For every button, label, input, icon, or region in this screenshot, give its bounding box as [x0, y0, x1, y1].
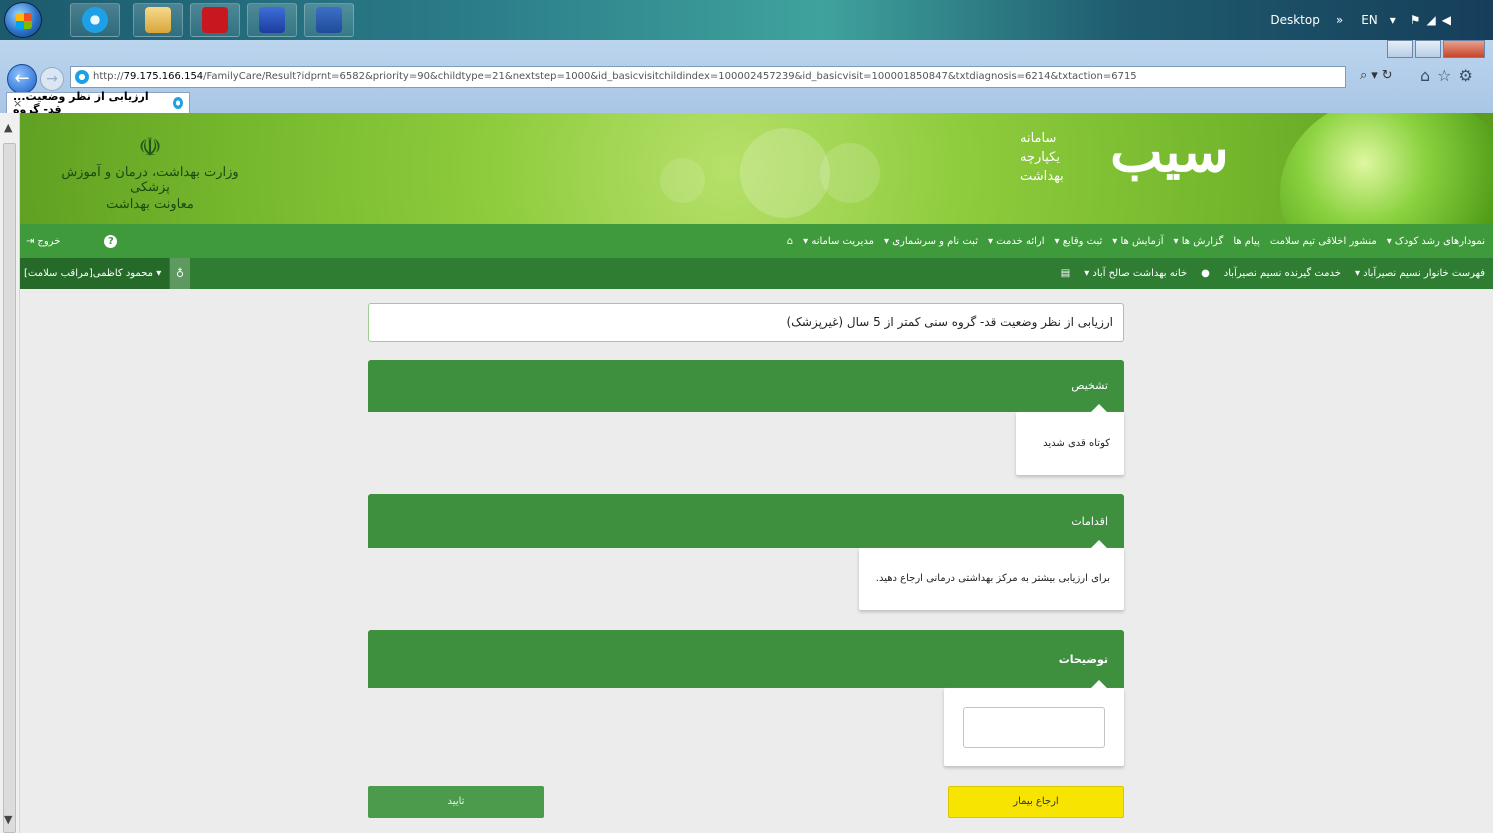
help-icon[interactable]: ?: [104, 234, 118, 248]
start-button[interactable]: [4, 2, 42, 38]
user-dropdown[interactable]: محمود کاظمی[مراقب سلامت] ▾: [20, 258, 170, 289]
menu-item-service[interactable]: ارائه خدمت ▾: [988, 236, 1045, 247]
url-path: /FamilyCare/Result?idprnt=6582&priority=…: [203, 71, 1137, 82]
diagnosis-header: تشخیص: [368, 360, 1124, 413]
description-input[interactable]: [963, 707, 1105, 748]
chevron-down-icon[interactable]: ▾: [1390, 13, 1396, 27]
site-banner: ☫ وزارت بهداشت، درمان و آموزش پزشکی معاو…: [20, 113, 1493, 224]
ministry-name: وزارت بهداشت، درمان و آموزش پزشکی: [61, 165, 239, 195]
menu-item-events[interactable]: ثبت وقایع ▾: [1055, 236, 1103, 247]
main-menu: ⌂ مدیریت سامانه ▾ ثبت نام و سرشماری ▾ ار…: [20, 224, 1493, 258]
folder-icon: [145, 7, 171, 33]
actions-header-label: اقدامات: [1071, 515, 1108, 528]
apple-image: [1280, 113, 1493, 224]
search-refresh-icons[interactable]: ⌕▾↻: [1360, 68, 1397, 83]
diagnosis-value: کوتاه قدی شدید: [1043, 438, 1110, 449]
health-house-dropdown[interactable]: خانه بهداشت صالح آباد ▾: [1084, 268, 1187, 279]
menu-item-reports[interactable]: گزارش ها ▾: [1174, 236, 1224, 247]
tab-favicon: [173, 97, 183, 109]
chevron-right-icon[interactable]: »: [1336, 13, 1343, 27]
internet-explorer-icon: [82, 7, 108, 33]
menu-item-ethics-charter[interactable]: منشور اخلاقی تیم سلامت: [1270, 236, 1377, 247]
sib-subtitle-line: بهداشت: [1020, 169, 1064, 184]
pdf-icon: [202, 7, 228, 33]
maximize-button[interactable]: [1415, 40, 1441, 58]
minimize-button[interactable]: [1387, 40, 1413, 58]
address-bar[interactable]: http://79.175.166.154/FamilyCare/Result?…: [70, 66, 1346, 88]
menu-item-messages[interactable]: پیام ها: [1233, 236, 1260, 247]
system-tray: Desktop » EN ▾ ⚑◢◀: [1270, 0, 1493, 40]
url-prefix: http://: [93, 71, 124, 82]
decoration-circle: [820, 143, 880, 203]
scroll-down-icon[interactable]: ▼: [4, 813, 12, 826]
sib-logo: سیب سامانه یکپارچه بهداشت: [1020, 119, 1250, 212]
media-player-taskbar-button[interactable]: [247, 3, 297, 37]
vertical-scrollbar[interactable]: ▲ ▼: [0, 113, 20, 833]
sib-subtitle-line: یکپارچه: [1020, 150, 1060, 165]
menu-item-tests[interactable]: آزمایش ها ▾: [1112, 236, 1163, 247]
user-icon: ●: [1201, 268, 1210, 279]
ministry-logo: ☫ وزارت بهداشت، درمان و آموزش پزشکی معاو…: [60, 133, 240, 212]
actions-value: برای ارزیابی بیشتر به مرکز بهداشتی درمان…: [875, 573, 1110, 584]
clipboard-icon: ▤: [1060, 268, 1071, 279]
sib-subtitle-line: سامانه: [1020, 131, 1057, 146]
household-list-dropdown[interactable]: فهرست خانوار نسیم نصیرآباد ▾: [1355, 268, 1485, 279]
context-menu-bar: ▤ خانه بهداشت صالح آباد ▾ ● خدمت گیرنده …: [20, 258, 1493, 289]
diagnosis-header-label: تشخیص: [1071, 379, 1108, 392]
web-page: ☫ وزارت بهداشت، درمان و آموزش پزشکی معاو…: [20, 113, 1493, 833]
windows-taskbar: Desktop » EN ▾ ⚑◢◀: [0, 0, 1493, 40]
page-favicon: [75, 70, 89, 84]
scrollbar-thumb[interactable]: [3, 143, 16, 833]
word-icon: [316, 7, 342, 33]
forward-button[interactable]: →: [40, 67, 64, 91]
user-name: محمود کاظمی[مراقب سلامت] ▾: [24, 268, 162, 279]
close-window-button[interactable]: [1443, 40, 1485, 58]
refer-patient-button[interactable]: ارجاع بیمار: [948, 786, 1124, 818]
actions-header: اقدامات: [368, 494, 1124, 549]
exit-link[interactable]: خروج: [37, 236, 60, 247]
home-favorites-settings-icons[interactable]: ⌂☆⚙: [1420, 66, 1480, 85]
file-explorer-taskbar-button[interactable]: [133, 3, 183, 37]
decoration-circle: [740, 128, 830, 218]
tab-close-icon[interactable]: ×: [13, 97, 22, 110]
word-taskbar-button[interactable]: [304, 3, 354, 37]
sib-logo-subtitle: سامانه یکپارچه بهداشت: [1020, 129, 1064, 186]
iran-emblem-icon: ☫: [138, 133, 162, 163]
diagnosis-card: کوتاه قدی شدید: [1016, 412, 1124, 475]
menu-item-registration[interactable]: ثبت نام و سرشماری ▾: [884, 236, 978, 247]
language-indicator[interactable]: EN: [1361, 13, 1378, 27]
description-header: توضیحات: [368, 630, 1124, 689]
sib-logo-text: سیب: [1110, 119, 1229, 185]
window-controls: [1385, 40, 1485, 58]
confirm-button[interactable]: تایید: [368, 786, 544, 818]
tray-icons[interactable]: ⚑◢◀: [1410, 13, 1457, 27]
stethoscope-icon[interactable]: ♁: [170, 258, 190, 289]
menu-item-system-management[interactable]: مدیریت سامانه ▾: [803, 236, 874, 247]
menu-item-growth-charts[interactable]: نمودارهای رشد کودک ▾: [1387, 236, 1485, 247]
exit-icon[interactable]: ⇥: [26, 236, 34, 247]
scroll-up-icon[interactable]: ▲: [4, 121, 12, 134]
browser-tab[interactable]: × ...ارزیابی از نظر وضعیت قد- گروه: [6, 90, 190, 116]
page-title: ارزیابی از نظر وضعیت قد- گروه سنی کمتر ا…: [368, 303, 1124, 342]
service-recipient-link[interactable]: خدمت گیرنده نسیم نصیرآباد: [1224, 268, 1341, 279]
desktop-toolbar-label[interactable]: Desktop: [1270, 13, 1320, 27]
media-icon: [259, 7, 285, 33]
internet-explorer-taskbar-button[interactable]: [70, 3, 120, 37]
home-icon[interactable]: ⌂: [787, 236, 793, 247]
browser-chrome: ← → http://79.175.166.154/FamilyCare/Res…: [0, 40, 1493, 116]
actions-card: برای ارزیابی بیشتر به مرکز بهداشتی درمان…: [859, 548, 1124, 610]
description-header-label: توضیحات: [1058, 653, 1108, 666]
ministry-deputy: معاونت بهداشت: [106, 197, 194, 212]
url-host: 79.175.166.154: [123, 71, 204, 82]
acrobat-taskbar-button[interactable]: [190, 3, 240, 37]
decoration-circle: [660, 158, 705, 203]
